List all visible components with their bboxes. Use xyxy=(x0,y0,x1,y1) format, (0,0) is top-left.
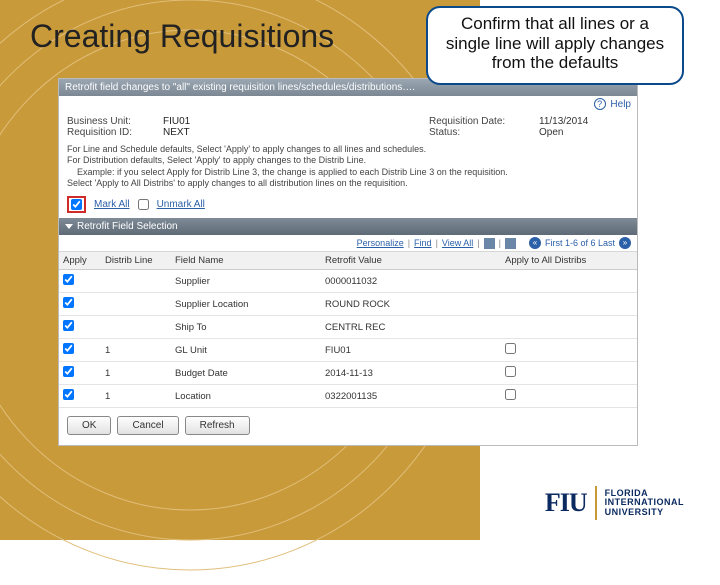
cell-value: FIU01 xyxy=(321,339,501,362)
logo-divider xyxy=(595,486,597,520)
cell-distrib: 1 xyxy=(101,385,171,408)
mark-all-checkbox[interactable] xyxy=(71,199,82,210)
status-value: Open xyxy=(539,127,563,138)
apply-all-checkbox[interactable] xyxy=(505,389,516,400)
zoom-icon[interactable] xyxy=(484,238,495,249)
req-id-label: Requisition ID: xyxy=(67,127,163,138)
app-window: Retrofit field changes to "all" existing… xyxy=(58,78,638,446)
logo-text: FLORIDA INTERNATIONAL UNIVERSITY xyxy=(605,489,684,517)
table-row: Ship ToCENTRL REC xyxy=(59,316,637,339)
col-apply-all: Apply to All Distribs xyxy=(501,252,637,270)
req-id-value: NEXT xyxy=(163,127,363,138)
cancel-button[interactable]: Cancel xyxy=(117,416,178,435)
table-row: 1GL UnitFIU01 xyxy=(59,339,637,362)
cell-field: GL Unit xyxy=(171,339,321,362)
apply-all-checkbox[interactable] xyxy=(505,343,516,354)
help-link[interactable]: Help xyxy=(610,99,631,110)
apply-checkbox[interactable] xyxy=(63,320,74,331)
col-distrib: Distrib Line xyxy=(101,252,171,270)
pager-text: First 1-6 of 6 Last xyxy=(545,238,615,248)
table-row: 1Budget Date2014-11-13 xyxy=(59,362,637,385)
help-icon: ? xyxy=(594,98,606,110)
retrofit-table: Apply Distrib Line Field Name Retrofit V… xyxy=(59,252,637,408)
unmark-all-checkbox[interactable] xyxy=(138,199,149,210)
table-row: Supplier LocationROUND ROCK xyxy=(59,293,637,316)
bu-label: Business Unit: xyxy=(67,116,163,127)
unmark-all-link[interactable]: Unmark All xyxy=(157,199,205,210)
table-row: 1Location0322001135 xyxy=(59,385,637,408)
cell-value: CENTRL REC xyxy=(321,316,501,339)
status-label: Status: xyxy=(429,127,539,138)
cell-value: ROUND ROCK xyxy=(321,293,501,316)
table-row: Supplier0000011032 xyxy=(59,270,637,293)
collapse-icon[interactable] xyxy=(65,224,73,229)
apply-checkbox[interactable] xyxy=(63,343,74,354)
bu-value: FIU01 xyxy=(163,116,363,127)
mark-all-link[interactable]: Mark All xyxy=(94,199,130,210)
fiu-logo: FIU FLORIDA INTERNATIONAL UNIVERSITY xyxy=(545,486,684,520)
mark-all-highlight xyxy=(67,196,86,213)
section-header: Retrofit Field Selection xyxy=(59,218,637,235)
grid-icon[interactable] xyxy=(505,238,516,249)
apply-checkbox[interactable] xyxy=(63,366,74,377)
cell-field: Ship To xyxy=(171,316,321,339)
cell-distrib xyxy=(101,316,171,339)
cell-field: Location xyxy=(171,385,321,408)
apply-checkbox[interactable] xyxy=(63,297,74,308)
view-all-link[interactable]: View All xyxy=(442,238,473,248)
logo-mark: FIU xyxy=(545,488,587,518)
cell-distrib: 1 xyxy=(101,362,171,385)
cell-value: 0322001135 xyxy=(321,385,501,408)
apply-all-checkbox[interactable] xyxy=(505,366,516,377)
cell-distrib xyxy=(101,270,171,293)
cell-value: 0000011032 xyxy=(321,270,501,293)
cell-value: 2014-11-13 xyxy=(321,362,501,385)
callout-bubble: Confirm that all lines or a single line … xyxy=(426,6,684,85)
ok-button[interactable]: OK xyxy=(67,416,111,435)
apply-checkbox[interactable] xyxy=(63,274,74,285)
page-title: Creating Requisitions xyxy=(30,18,334,55)
cell-field: Supplier xyxy=(171,270,321,293)
cell-distrib xyxy=(101,293,171,316)
col-apply: Apply xyxy=(59,252,101,270)
req-date-value: 11/13/2014 xyxy=(539,116,588,127)
instructions: For Line and Schedule defaults, Select '… xyxy=(59,140,637,193)
cell-distrib: 1 xyxy=(101,339,171,362)
col-value: Retrofit Value xyxy=(321,252,501,270)
last-page-icon[interactable]: » xyxy=(619,237,631,249)
first-page-icon[interactable]: « xyxy=(529,237,541,249)
req-date-label: Requisition Date: xyxy=(429,116,539,127)
apply-checkbox[interactable] xyxy=(63,389,74,400)
cell-field: Budget Date xyxy=(171,362,321,385)
personalize-link[interactable]: Personalize xyxy=(357,238,404,248)
col-field: Field Name xyxy=(171,252,321,270)
cell-field: Supplier Location xyxy=(171,293,321,316)
find-link[interactable]: Find xyxy=(414,238,432,248)
refresh-button[interactable]: Refresh xyxy=(185,416,250,435)
